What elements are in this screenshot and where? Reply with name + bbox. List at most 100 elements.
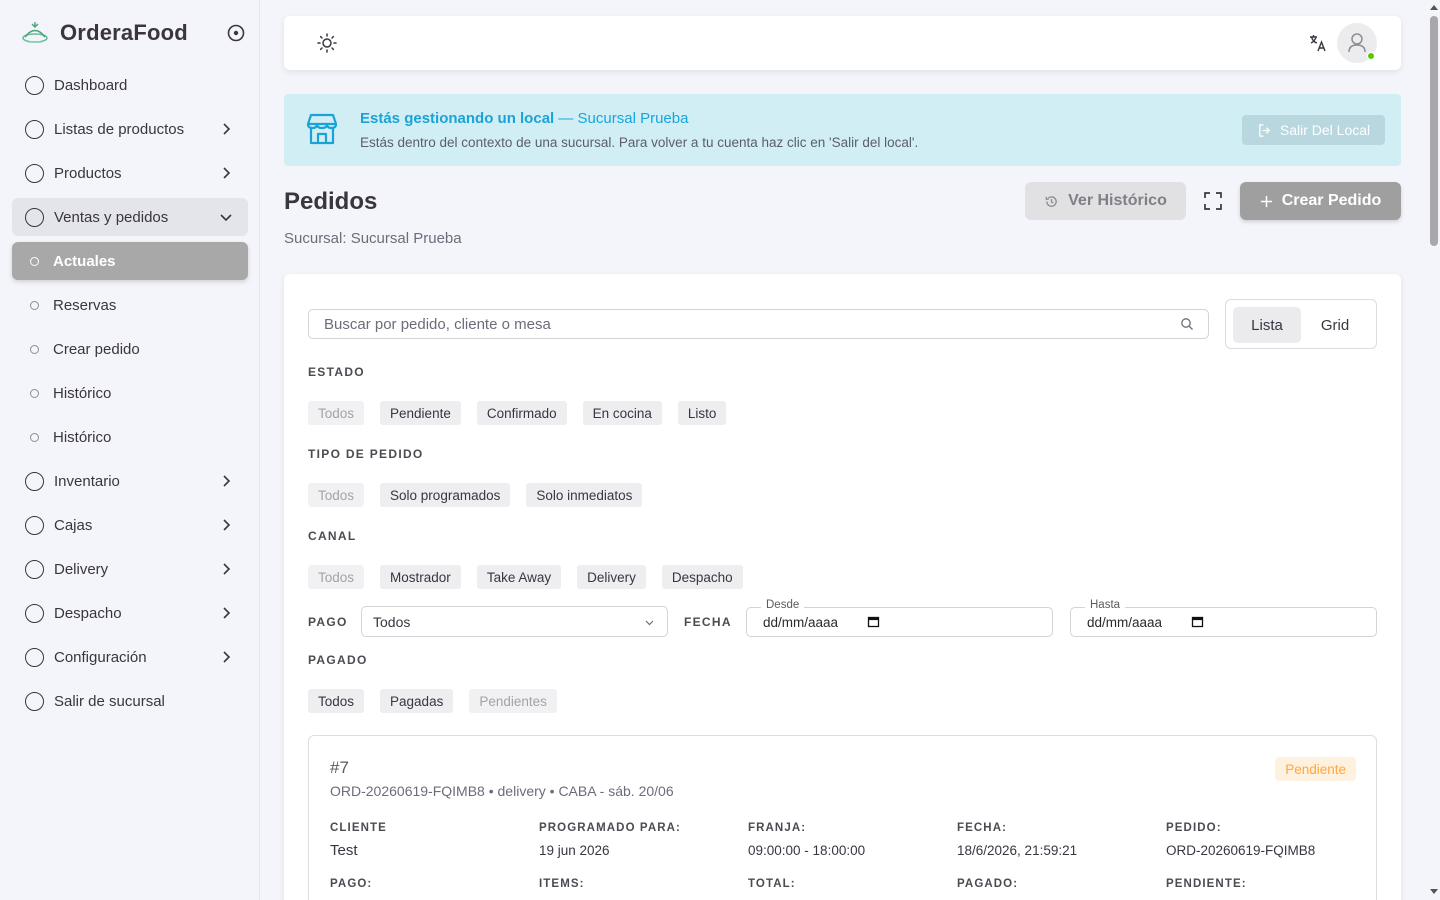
brand-logo-icon <box>22 22 48 43</box>
filter-chip-pagado-todos[interactable]: Todos <box>308 689 365 713</box>
circle-icon <box>25 515 44 535</box>
sidebar-item-label: Ventas y pedidos <box>54 208 169 226</box>
order-field: FECHA: 18/6/2026, 21:59:21 <box>957 822 1077 858</box>
create-order-button[interactable]: Crear Pedido <box>1240 182 1401 220</box>
order-meta: ORD-20260619-FQIMB8 • delivery • CABA - … <box>330 783 674 799</box>
circle-icon <box>25 471 44 491</box>
filter-chip-pagado-pendientes[interactable]: Pendientes <box>469 689 557 713</box>
view-history-button[interactable]: Ver Histórico <box>1025 182 1186 220</box>
sidebar-item-histórico[interactable]: Histórico <box>12 418 248 456</box>
date-to-field[interactable]: Hasta dd/mm/aaaa <box>1070 599 1377 637</box>
sidebar-pin-icon[interactable] <box>226 23 246 43</box>
order-field-value: 19 jun 2026 <box>539 843 610 858</box>
calendar-icon[interactable] <box>867 615 880 628</box>
store-icon <box>306 113 338 145</box>
sidebar-item-label: Despacho <box>54 604 122 622</box>
order-field-value: 18/6/2026, 21:59:21 <box>957 843 1078 858</box>
sidebar-item-label: Delivery <box>54 560 109 578</box>
brand[interactable]: OrderaFood <box>20 18 188 48</box>
scrollbar-thumb[interactable] <box>1430 16 1438 246</box>
circle-icon <box>25 647 44 667</box>
fullscreen-icon[interactable] <box>1202 190 1224 212</box>
sidebar-item-label: Reservas <box>53 296 117 314</box>
circle-icon <box>25 75 44 95</box>
view-list-option[interactable]: Lista <box>1233 307 1301 343</box>
sidebar-item-configuración[interactable]: Configuración <box>12 638 248 676</box>
filter-chip-tipo-todos[interactable]: Todos <box>308 483 365 507</box>
sidebar-item-listas-de-productos[interactable]: Listas de productos <box>12 110 248 148</box>
theme-sun-icon[interactable] <box>316 32 338 54</box>
order-field: ITEMS: <box>539 878 585 890</box>
avatar[interactable] <box>1337 23 1377 63</box>
alert-title-text: Estás gestionando un local <box>360 110 555 127</box>
filter-fecha-label: FECHA <box>684 615 732 629</box>
translate-icon[interactable] <box>1308 33 1328 53</box>
search-icon[interactable] <box>1180 317 1194 331</box>
scroll-up-arrow-icon[interactable] <box>1430 5 1438 10</box>
filter-chip-estado-pendiente[interactable]: Pendiente <box>380 401 461 425</box>
order-field-value: Test <box>330 842 358 859</box>
filter-chip-canal-mostrador[interactable]: Mostrador <box>380 565 461 589</box>
circle-icon <box>25 603 44 623</box>
sidebar-item-reservas[interactable]: Reservas <box>12 286 248 324</box>
filter-chip-canal-take-away[interactable]: Take Away <box>476 565 562 589</box>
chevron-right-icon <box>223 167 231 179</box>
sidebar: OrderaFood Dashboard Listas de productos P… <box>0 0 260 900</box>
order-card[interactable]: #7 ORD-20260619-FQIMB8 • delivery • CABA… <box>308 735 1377 900</box>
sidebar-item-despacho[interactable]: Despacho <box>12 594 248 632</box>
alert-title: Estás gestionando un local — Sucursal Pr… <box>360 110 688 127</box>
plus-icon <box>1260 195 1272 207</box>
filter-chip-tipo-solo-inmediatos[interactable]: Solo inmediatos <box>526 483 643 507</box>
order-field-value: ORD-20260619-FQIMB8 <box>1166 843 1316 858</box>
sidebar-item-cajas[interactable]: Cajas <box>12 506 248 544</box>
sidebar-item-ventas-y-pedidos[interactable]: Ventas y pedidos <box>12 198 248 236</box>
sidebar-item-delivery[interactable]: Delivery <box>12 550 248 588</box>
order-field-label: PEDIDO: <box>1166 822 1222 834</box>
sidebar-item-inventario[interactable]: Inventario <box>12 462 248 500</box>
chevron-right-icon <box>223 475 231 487</box>
sidebar-item-label: Salir de sucursal <box>54 692 165 710</box>
filter-chip-pagado-pagadas[interactable]: Pagadas <box>380 689 454 713</box>
sidebar-item-label: Histórico <box>53 428 112 446</box>
date-to-label: Hasta <box>1085 599 1126 611</box>
alert-description: Estás dentro del contexto de una sucursa… <box>360 135 919 150</box>
sidebar-item-productos[interactable]: Productos <box>12 154 248 192</box>
filter-chip-estado-confirmado[interactable]: Confirmado <box>476 401 567 425</box>
filter-chip-tipo-solo-programados[interactable]: Solo programados <box>380 483 511 507</box>
history-icon <box>1045 195 1057 207</box>
payment-select[interactable]: Todos <box>361 606 668 637</box>
calendar-icon[interactable] <box>1191 615 1204 628</box>
order-field-label: PAGADO: <box>957 878 1019 890</box>
payment-select-value: Todos <box>373 613 411 630</box>
filter-chip-estado-en-cocina[interactable]: En cocina <box>582 401 662 425</box>
filter-chip-canal-delivery[interactable]: Delivery <box>577 565 646 589</box>
view-grid-option[interactable]: Grid <box>1301 307 1369 343</box>
filter-chip-canal-despacho[interactable]: Despacho <box>661 565 743 589</box>
exit-branch-button[interactable]: Salir Del Local <box>1242 115 1385 145</box>
sidebar-item-histórico[interactable]: Histórico <box>12 374 248 412</box>
circle-icon <box>25 559 44 579</box>
sidebar-item-actuales[interactable]: Actuales <box>12 242 248 280</box>
sidebar-item-salir-de-sucursal[interactable]: Salir de sucursal <box>12 682 248 720</box>
circle-icon <box>25 691 44 711</box>
circle-icon <box>25 163 44 183</box>
sidebar-item-dashboard[interactable]: Dashboard <box>12 66 248 104</box>
order-field: FRANJA: 09:00:00 - 18:00:00 <box>748 822 865 858</box>
chevron-right-icon <box>223 651 231 663</box>
alert-branch-name: — Sucursal Prueba <box>558 110 689 127</box>
scroll-down-arrow-icon[interactable] <box>1430 889 1438 894</box>
sidebar-item-crear-pedido[interactable]: Crear pedido <box>12 330 248 368</box>
bullet-dot-icon <box>30 256 39 266</box>
date-from-field[interactable]: Desde dd/mm/aaaa <box>746 599 1053 637</box>
filter-chip-canal-todos[interactable]: Todos <box>308 565 365 589</box>
chevron-down-icon <box>645 620 654 626</box>
page-scrollbar[interactable] <box>1428 0 1440 900</box>
filter-chip-estado-todos[interactable]: Todos <box>308 401 365 425</box>
order-number: #7 <box>330 758 349 777</box>
sidebar-item-label: Inventario <box>54 472 120 490</box>
sidebar-item-label: Listas de productos <box>54 120 185 138</box>
filter-chip-estado-listo[interactable]: Listo <box>677 401 727 425</box>
search-input[interactable] <box>309 310 1169 338</box>
filter-canal-chips: Todos Mostrador Take Away Delivery Despacho <box>308 565 743 589</box>
create-order-label: Crear Pedido <box>1281 192 1382 209</box>
